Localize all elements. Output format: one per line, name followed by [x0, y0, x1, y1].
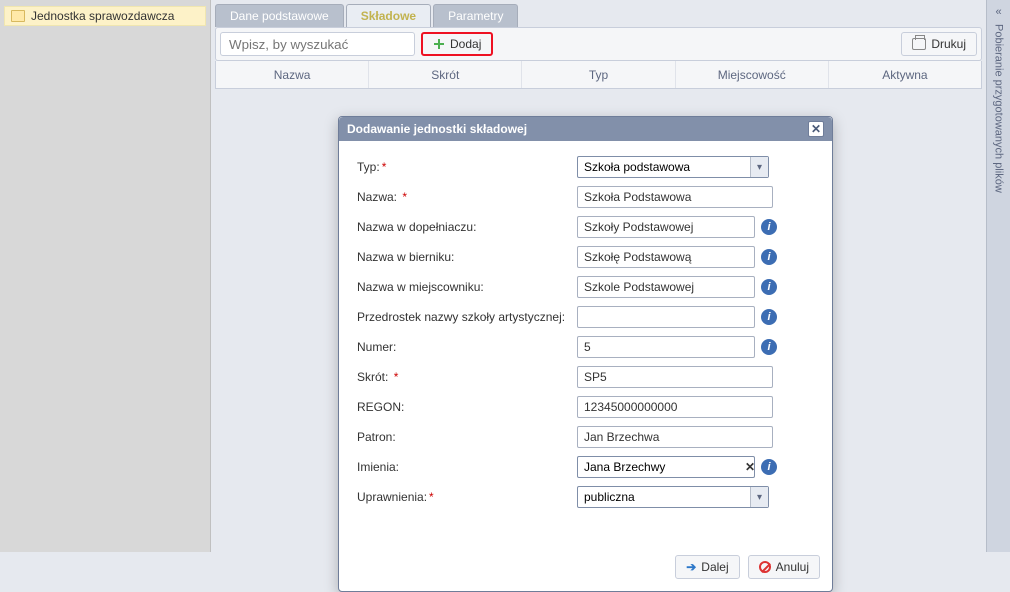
input-typ[interactable] — [578, 157, 750, 177]
search-input[interactable] — [220, 32, 415, 56]
label-imienia: Imienia: — [357, 460, 577, 474]
tab-bar: Dane podstawowe Składowe Parametry — [211, 0, 986, 27]
input-nazwa[interactable] — [577, 186, 773, 208]
input-regon[interactable] — [577, 396, 773, 418]
label-numer: Numer: — [357, 340, 577, 354]
field-upraw[interactable]: ▾ — [577, 486, 769, 508]
arrow-right-icon: ➔ — [686, 560, 696, 574]
chevron-down-icon[interactable]: ▾ — [750, 487, 768, 507]
input-imienia[interactable] — [578, 457, 745, 477]
label-regon: REGON: — [357, 400, 577, 414]
modal-titlebar[interactable]: Dodawanie jednostki składowej ✕ — [339, 117, 832, 141]
label-dopel: Nazwa w dopełniaczu: — [357, 220, 577, 234]
add-button[interactable]: Dodaj — [421, 32, 493, 56]
print-button[interactable]: Drukuj — [901, 32, 977, 56]
cancel-button[interactable]: Anuluj — [748, 555, 820, 579]
col-typ[interactable]: Typ — [522, 61, 675, 88]
label-biernik: Nazwa w bierniku: — [357, 250, 577, 264]
toolbar: Dodaj Drukuj — [215, 27, 982, 61]
cancel-icon — [759, 561, 771, 573]
chevron-down-icon[interactable]: ▾ — [750, 157, 768, 177]
input-upraw[interactable] — [578, 487, 750, 507]
info-icon[interactable]: i — [761, 279, 777, 295]
info-icon[interactable]: i — [761, 339, 777, 355]
modal-footer: ➔ Dalej Anuluj — [339, 547, 832, 591]
close-icon[interactable]: ✕ — [808, 121, 824, 137]
modal-title: Dodawanie jednostki składowej — [347, 122, 527, 136]
column-headers: Nazwa Skrót Typ Miejscowość Aktywna — [215, 61, 982, 89]
label-skrot: Skrót: * — [357, 370, 577, 384]
input-miejsc[interactable] — [577, 276, 755, 298]
plus-icon — [433, 38, 445, 50]
next-button-label: Dalej — [701, 560, 728, 574]
input-dopel[interactable] — [577, 216, 755, 238]
input-numer[interactable] — [577, 336, 755, 358]
info-icon[interactable]: i — [761, 219, 777, 235]
col-nazwa[interactable]: Nazwa — [216, 61, 369, 88]
info-icon[interactable]: i — [761, 459, 777, 475]
label-miejsc: Nazwa w miejscowniku: — [357, 280, 577, 294]
tree-root-label: Jednostka sprawozdawcza — [31, 9, 174, 23]
modal-add-unit: Dodawanie jednostki składowej ✕ Typ:* ▾ … — [338, 116, 833, 592]
right-rail-label: Pobieranie przygotowanych plików — [993, 24, 1005, 193]
cancel-button-label: Anuluj — [776, 560, 809, 574]
tab-skladowe[interactable]: Składowe — [346, 4, 431, 27]
right-rail[interactable]: « Pobieranie przygotowanych plików — [986, 0, 1010, 552]
info-icon[interactable]: i — [761, 249, 777, 265]
field-typ[interactable]: ▾ — [577, 156, 769, 178]
print-button-label: Drukuj — [931, 37, 966, 51]
sidebar: Jednostka sprawozdawcza — [0, 0, 211, 552]
field-imienia[interactable]: ✕ — [577, 456, 755, 478]
next-button[interactable]: ➔ Dalej — [675, 555, 739, 579]
tab-parametry[interactable]: Parametry — [433, 4, 518, 27]
input-patron[interactable] — [577, 426, 773, 448]
input-biernik[interactable] — [577, 246, 755, 268]
col-aktywna[interactable]: Aktywna — [829, 61, 981, 88]
col-skrot[interactable]: Skrót — [369, 61, 522, 88]
input-skrot[interactable] — [577, 366, 773, 388]
clear-icon[interactable]: ✕ — [745, 457, 755, 477]
input-przedrostek[interactable] — [577, 306, 755, 328]
label-patron: Patron: — [357, 430, 577, 444]
tab-dane-podstawowe[interactable]: Dane podstawowe — [215, 4, 344, 27]
modal-body: Typ:* ▾ Nazwa: * Nazwa w dopełniaczu: i … — [339, 141, 832, 527]
label-upraw: Uprawnienia:* — [357, 490, 577, 504]
print-icon — [912, 38, 926, 50]
chevron-left-icon: « — [995, 6, 1001, 18]
info-icon[interactable]: i — [761, 309, 777, 325]
add-button-label: Dodaj — [450, 37, 481, 51]
col-miejscowosc[interactable]: Miejscowość — [676, 61, 829, 88]
label-typ: Typ:* — [357, 160, 577, 174]
folder-icon — [11, 10, 25, 22]
label-nazwa: Nazwa: * — [357, 190, 577, 204]
tree-root-item[interactable]: Jednostka sprawozdawcza — [4, 6, 206, 26]
label-przedrostek: Przedrostek nazwy szkoły artystycznej: — [357, 310, 577, 324]
